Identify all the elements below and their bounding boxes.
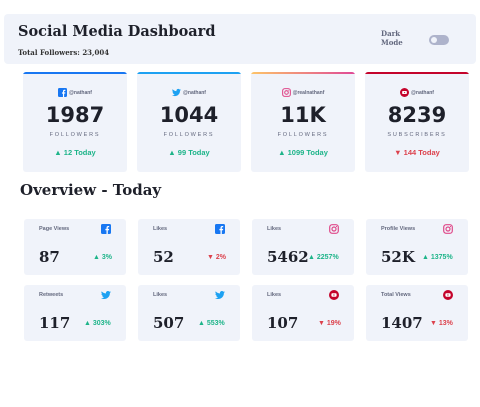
toggle-knob xyxy=(431,37,437,43)
tile-value: 117 xyxy=(39,314,71,332)
tile-label: Likes xyxy=(153,292,168,298)
youtube-icon xyxy=(329,290,339,300)
card-accent-bar xyxy=(23,72,127,74)
card-handle: @nathanf xyxy=(365,88,469,97)
overview-tile[interactable]: Retweets 117 ▲ 303% xyxy=(24,285,126,341)
facebook-icon xyxy=(101,224,111,234)
follower-unit: FOLLOWERS xyxy=(277,132,329,138)
facebook-icon xyxy=(215,224,225,234)
overview-tile[interactable]: Profile Views 52K ▲ 1375% xyxy=(366,219,468,275)
card-accent-bar xyxy=(137,72,241,74)
total-followers: Total Followers: 23,004 xyxy=(18,48,110,57)
instagram-icon xyxy=(443,224,453,234)
today-change: ▼ 144 Today xyxy=(394,148,440,157)
handle-text: @nathanf xyxy=(69,89,92,96)
instagram-icon xyxy=(281,88,291,97)
today-change: ▲ 1099 Today xyxy=(278,148,328,157)
tile-change: ▲ 303% xyxy=(84,320,111,327)
follower-count: 11K xyxy=(280,103,326,127)
tile-value: 107 xyxy=(267,314,299,332)
dark-mode-label: Dark Mode xyxy=(381,29,403,47)
twitter-icon xyxy=(215,291,225,299)
dashboard-header: Social Media Dashboard Total Followers: … xyxy=(4,14,476,64)
follower-count: 8239 xyxy=(387,103,447,127)
card-instagram[interactable]: @realnathanf 11K FOLLOWERS ▲ 1099 Today xyxy=(251,72,355,172)
twitter-icon xyxy=(101,291,111,299)
tile-value: 52K xyxy=(381,248,415,266)
card-youtube[interactable]: @nathanf 8239 SUBSCRIBERS ▼ 144 Today xyxy=(365,72,469,172)
card-twitter[interactable]: @nathanf 1044 FOLLOWERS ▲ 99 Today xyxy=(137,72,241,172)
twitter-icon xyxy=(172,88,182,97)
card-handle: @nathanf xyxy=(137,88,241,97)
dark-mode-toggle[interactable] xyxy=(429,35,449,45)
tile-label: Likes xyxy=(267,226,282,232)
tile-value: 507 xyxy=(153,314,185,332)
handle-text: @nathanf xyxy=(411,89,434,96)
card-accent-bar xyxy=(365,72,469,74)
tile-label: Profile Views xyxy=(381,226,416,232)
youtube-icon xyxy=(400,88,410,97)
follower-unit: FOLLOWERS xyxy=(49,132,101,138)
card-accent-bar xyxy=(251,72,355,74)
tile-change: ▼ 19% xyxy=(318,320,341,327)
overview-tile[interactable]: Likes 5462 ▲ 2257% xyxy=(252,219,354,275)
tile-label: Total Views xyxy=(381,292,411,298)
overview-tile[interactable]: Likes 52 ▼ 2% xyxy=(138,219,240,275)
tile-label: Page Views xyxy=(39,226,70,232)
card-handle: @realnathanf xyxy=(251,88,355,97)
tile-value: 1407 xyxy=(381,314,423,332)
follower-count: 1044 xyxy=(159,103,219,127)
tile-value: 52 xyxy=(153,248,174,266)
overview-tile[interactable]: Likes 507 ▲ 553% xyxy=(138,285,240,341)
overview-tile[interactable]: Likes 107 ▼ 19% xyxy=(252,285,354,341)
handle-text: @realnathanf xyxy=(292,89,325,96)
tile-change: ▲ 2257% xyxy=(308,254,339,261)
tile-value: 87 xyxy=(39,248,60,266)
overview-tile[interactable]: Total Views 1407 ▼ 13% xyxy=(366,285,468,341)
today-change: ▲ 12 Today xyxy=(54,148,96,157)
tile-label: Likes xyxy=(153,226,168,232)
tile-label: Likes xyxy=(267,292,282,298)
tile-change: ▲ 1375% xyxy=(422,254,453,261)
page-title: Social Media Dashboard xyxy=(18,23,216,40)
tile-label: Retweets xyxy=(39,292,64,298)
today-change: ▲ 99 Today xyxy=(168,148,210,157)
overview-tile[interactable]: Page Views 87 ▲ 3% xyxy=(24,219,126,275)
tile-change: ▼ 13% xyxy=(430,320,453,327)
follower-count: 1987 xyxy=(45,103,105,127)
tile-change: ▲ 553% xyxy=(198,320,225,327)
handle-text: @nathanf xyxy=(183,89,206,96)
instagram-icon xyxy=(329,224,339,234)
tile-change: ▲ 3% xyxy=(93,254,112,261)
follower-unit: FOLLOWERS xyxy=(163,132,215,138)
card-handle: @nathanf xyxy=(23,88,127,97)
follower-unit: SUBSCRIBERS xyxy=(387,132,447,138)
youtube-icon xyxy=(443,290,453,300)
overview-title: Overview - Today xyxy=(20,181,162,199)
tile-change: ▼ 2% xyxy=(207,254,226,261)
facebook-icon xyxy=(58,88,68,97)
tile-value: 5462 xyxy=(267,248,309,266)
card-facebook[interactable]: @nathanf 1987 FOLLOWERS ▲ 12 Today xyxy=(23,72,127,172)
